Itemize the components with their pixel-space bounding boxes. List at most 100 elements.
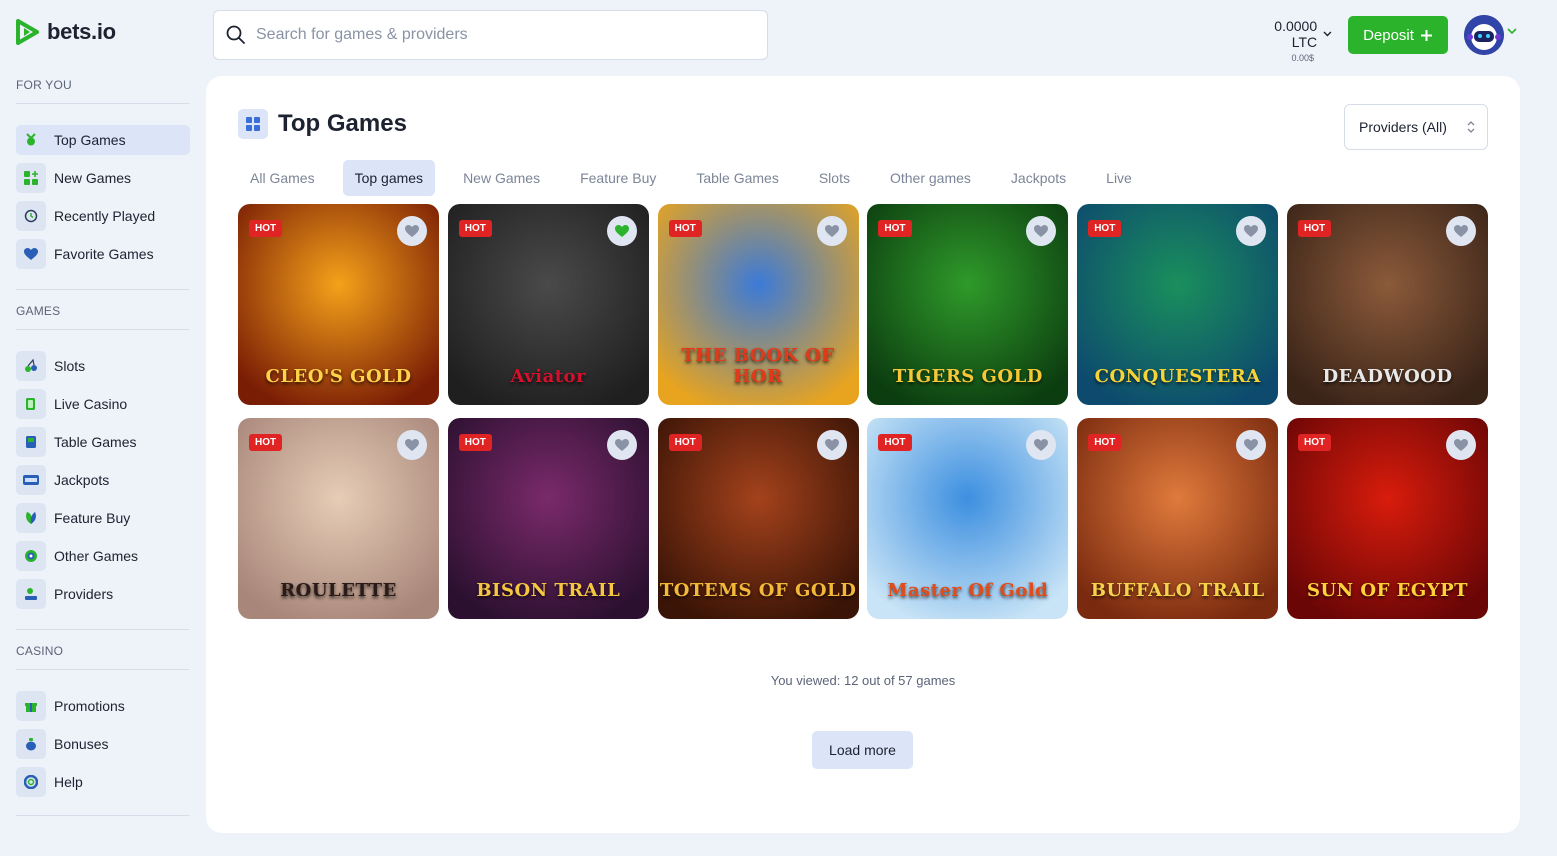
plus-icon <box>1420 29 1432 41</box>
sidebar-item-bonuses[interactable]: Bonuses <box>16 729 190 759</box>
logo-icon <box>16 19 39 45</box>
updown-icon <box>1467 121 1475 133</box>
table-icon <box>16 427 46 457</box>
tab-new-games[interactable]: New Games <box>451 160 552 196</box>
hot-badge: HOT <box>668 434 702 451</box>
deposit-label: Deposit <box>1363 26 1414 44</box>
heart-icon <box>1034 438 1049 451</box>
heart-icon <box>1454 438 1468 451</box>
tab-jackpots[interactable]: Jackpots <box>999 160 1078 196</box>
game-card[interactable]: Aviator HOT <box>447 204 649 405</box>
balance-selector[interactable]: 0.0000 LTC 0.00$ <box>1246 18 1332 63</box>
sidebar-item-providers[interactable]: Providers <box>16 579 190 609</box>
game-card[interactable]: CONQUESTERA HOT <box>1077 204 1279 405</box>
game-card[interactable]: SUN OF EGYPT HOT <box>1287 418 1488 619</box>
sidebar-item-help[interactable]: Help <box>16 767 190 797</box>
sidebar-section-title: CASINO <box>16 644 64 658</box>
game-card[interactable]: BISON TRAIL HOT <box>447 418 649 619</box>
favorite-button[interactable] <box>1236 430 1267 460</box>
game-card[interactable]: ROULETTE HOT <box>238 418 439 619</box>
sidebar-item-recently-played[interactable]: Recently Played <box>16 201 190 231</box>
logo[interactable]: bets.io <box>15 18 116 46</box>
moneybag-icon <box>16 729 46 759</box>
favorite-button[interactable] <box>1446 216 1476 246</box>
search-bar[interactable] <box>213 10 768 60</box>
hot-badge: HOT <box>668 220 702 237</box>
cards-icon <box>16 389 46 419</box>
sidebar-item-feature-buy[interactable]: Feature Buy <box>16 503 190 533</box>
tab-table-games[interactable]: Table Games <box>684 160 790 196</box>
sidebar: bets.io FOR YOU Top Games New Games Recentl… <box>0 0 205 856</box>
sidebar-item-other-games[interactable]: Other Games <box>16 541 190 571</box>
sidebar-item-label: Feature Buy <box>54 510 131 526</box>
sidebar-item-promotions[interactable]: Promotions <box>16 691 190 721</box>
game-title: TIGERS GOLD <box>892 366 1043 387</box>
balance-amount: 0.0000 LTC <box>1274 18 1318 50</box>
hot-badge: HOT <box>1088 434 1122 451</box>
hot-badge: HOT <box>249 220 283 237</box>
heart-icon <box>16 239 46 269</box>
game-card[interactable]: CLEO'S GOLD HOT <box>238 204 439 405</box>
divider <box>16 815 189 816</box>
favorite-button[interactable] <box>606 430 637 460</box>
page-header: Top Games <box>238 109 407 139</box>
game-card[interactable]: Master Of Gold HOT <box>867 418 1069 619</box>
deposit-button[interactable]: Deposit <box>1348 16 1448 54</box>
hot-badge: HOT <box>458 220 492 237</box>
game-card[interactable]: TIGERS GOLD HOT <box>867 204 1069 405</box>
jackpot-icon <box>16 465 46 495</box>
hot-badge: HOT <box>1298 220 1332 237</box>
game-card[interactable]: THE BOOK OF HOR HOT <box>657 204 859 405</box>
sidebar-item-label: Recently Played <box>54 208 156 224</box>
heart-icon <box>1454 224 1468 237</box>
favorite-button[interactable] <box>816 430 847 460</box>
sidebar-item-table-games[interactable]: Table Games <box>16 427 190 457</box>
sidebar-item-label: Slots <box>54 358 86 374</box>
game-title: BUFFALO TRAIL <box>1090 580 1265 601</box>
favorite-button[interactable] <box>1236 216 1267 246</box>
grid-plus-icon <box>16 163 46 193</box>
load-more-button[interactable]: Load more <box>812 731 913 769</box>
game-card[interactable]: TOTEMS OF GOLD HOT <box>657 418 859 619</box>
sidebar-item-new-games[interactable]: New Games <box>16 163 190 193</box>
hot-badge: HOT <box>878 434 912 451</box>
sidebar-item-label: Help <box>54 774 83 790</box>
brand-name: bets.io <box>47 19 116 44</box>
sidebar-item-label: Bonuses <box>54 736 109 752</box>
favorite-button[interactable] <box>397 430 427 460</box>
favorite-button[interactable] <box>397 216 427 246</box>
game-card[interactable]: DEADWOOD HOT <box>1287 204 1488 405</box>
game-title: DEADWOOD <box>1322 366 1453 387</box>
sidebar-item-favorite-games[interactable]: Favorite Games <box>16 239 190 269</box>
avatar[interactable] <box>1464 15 1504 55</box>
favorite-button[interactable] <box>816 216 847 246</box>
game-card[interactable]: BUFFALO TRAIL HOT <box>1077 418 1279 619</box>
leaf-icon <box>16 503 46 533</box>
game-title: ROULETTE <box>280 580 397 601</box>
tab-live[interactable]: Live <box>1094 160 1144 196</box>
history-icon <box>16 201 46 231</box>
hot-badge: HOT <box>878 220 912 237</box>
sidebar-item-top-games[interactable]: Top Games <box>16 125 190 155</box>
tab-feature-buy[interactable]: Feature Buy <box>568 160 668 196</box>
favorite-button[interactable] <box>606 216 637 246</box>
tab-slots[interactable]: Slots <box>807 160 862 196</box>
avatar-chevron-down-icon[interactable] <box>1507 28 1517 35</box>
game-title: TOTEMS OF GOLD <box>659 580 857 601</box>
tab-top-games[interactable]: Top games <box>342 160 436 196</box>
sidebar-item-label: Providers <box>54 586 114 602</box>
providers-select[interactable]: Providers (All) <box>1344 104 1488 150</box>
sidebar-item-slots[interactable]: Slots <box>16 351 190 381</box>
tab-other-games[interactable]: Other games <box>878 160 983 196</box>
sidebar-section-title: GAMES <box>16 304 61 318</box>
favorite-button[interactable] <box>1446 430 1476 460</box>
search-icon <box>226 25 245 44</box>
tab-all-games[interactable]: All Games <box>238 160 327 196</box>
sidebar-item-live-casino[interactable]: Live Casino <box>16 389 190 419</box>
game-tabs: All Games Top games New Games Feature Buy Ta… <box>238 160 1160 196</box>
heart-icon <box>614 224 629 237</box>
sidebar-item-jackpots[interactable]: Jackpots <box>16 465 190 495</box>
hot-badge: HOT <box>249 434 283 451</box>
search-input[interactable] <box>256 26 736 44</box>
divider <box>16 289 189 290</box>
